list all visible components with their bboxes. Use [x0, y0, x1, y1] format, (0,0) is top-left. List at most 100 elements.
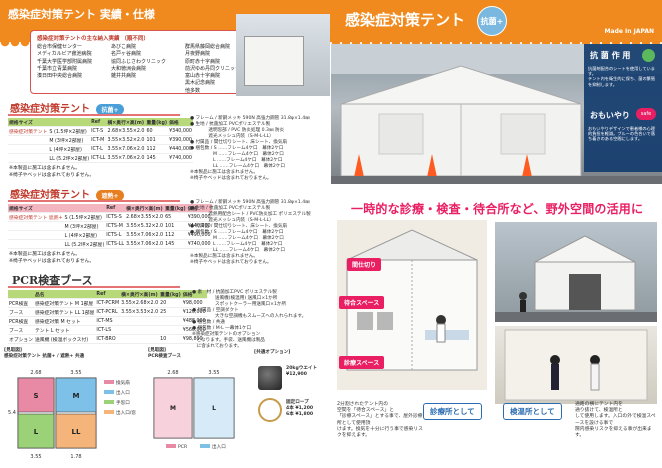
fever-use-label: 検温所として: [503, 403, 562, 420]
table-cell: [120, 325, 160, 335]
table-cell: 3.55×7.06×2.0: [125, 239, 165, 249]
hospital-item: 大和徳洲会病院: [111, 65, 147, 72]
table-header-cell: 重量(kg): [164, 204, 187, 213]
feature-panel: 抗 菌 作 用 抗菌剤配合のシートを使用しています。 テント内を衛生的に保ち、菌の…: [584, 44, 662, 172]
plan-dim: 2.68: [30, 370, 41, 376]
table-cell: 145: [145, 153, 169, 163]
table-cell: 112: [164, 230, 187, 240]
table-cell: ICT-LL: [90, 153, 107, 163]
float-tag: 間仕切り: [347, 258, 382, 271]
feature-text-2: おもいやりデザインで患者様の心理的負担を軽減。ブルーの色合いで落ち着きのある空間…: [588, 126, 655, 142]
pcr-price-table: 品名 Ref 横×奥行×高(m) 重量(kg) 価格 PCR検査 感染症対策テント M 1部…: [8, 290, 207, 344]
fever-check-photo: [495, 326, 657, 404]
plan-cell-m: M: [170, 405, 176, 412]
table-row: ブース 感染症対策テント LL 1部屋 ICT-PCRL 3.55×3.53×2.0 2…: [8, 307, 207, 317]
heatshield-badge: 遮熱+: [96, 189, 124, 201]
table-cell: [120, 316, 160, 326]
table-note: ※本製品に施工は含まれません。 ※椅子やベッドは含まれておりません。: [9, 251, 95, 264]
table-header-cell: 横×奥行×高(m): [125, 204, 165, 213]
plan2-title: [見取図] PCR検査ブース: [148, 348, 182, 359]
table-cell: テント L セット: [34, 325, 96, 335]
clinic-use-label: 診療所として: [423, 403, 482, 420]
table-cell: [120, 334, 160, 344]
feature-title-care: おもいやり: [590, 111, 630, 120]
section3-rule: [8, 286, 180, 288]
table-cell: ICTS-S: [105, 212, 126, 222]
table-header-cell: 重量(kg): [159, 290, 182, 299]
table-note: ※本製品に施工は含まれません。 ※椅子やベッドは含まれておりません。: [9, 165, 95, 178]
section1-title: 感染症対策テント 抗菌+: [10, 100, 124, 115]
section1-rule: [8, 114, 180, 116]
hospital-item: [111, 80, 179, 86]
table-header-cell: [48, 118, 91, 127]
option-rope: 固定ロープ 4本 ¥1,200 6本 ¥1,800: [286, 400, 314, 417]
table-header-cell: 規格サイズ: [8, 118, 49, 127]
hospital-item: [111, 88, 179, 94]
hospital-item: 雑井共病院: [111, 73, 137, 80]
table-cell: ブース: [8, 325, 34, 335]
spec-block-2: ● フレーム / 新鋼メッキ 590N 高強力鋼管 31.8φ×1.4㎜ ● 生地…: [190, 200, 311, 265]
section2-title: 感染症対策テント 遮熱+: [10, 186, 124, 201]
plan-dim: 3.55: [70, 370, 81, 376]
table-row: L (4坪×2部屋) ICTS-L 3.55×7.06×2.0 112 ¥490,000: [8, 230, 212, 240]
table-cell: 感染症対策テント M 1部屋: [34, 298, 96, 308]
table-row: PCR検査 感染症対策テント M 1部屋 ICT-PCRM 3.55×2.68×2.0…: [8, 298, 207, 308]
hospital-item: [37, 88, 105, 94]
table-cell: 2.68×3.55×2.0: [125, 212, 165, 222]
hospital-item: 名戸ヶ谷病院: [111, 51, 142, 58]
hospital-item: [37, 80, 105, 86]
clinic-description: 2分割されたテント内の 空間を「待合スペース」と 「診療スペース」とする事で、屋外診…: [337, 402, 423, 439]
table-cell: オプション: [8, 334, 34, 344]
table-cell: ICTS-LL: [105, 239, 126, 249]
plan1-title: [見取図] 感染症対策テント 抗菌+ / 遮熱+ 共通: [4, 348, 85, 359]
table-cell: ブース: [8, 307, 34, 317]
right-page: 感染症対策テント 抗菌+ Made In JAPAN 抗 菌 作 用 抗菌剤配合…: [331, 0, 662, 468]
table-header-cell: 重量(kg): [145, 118, 169, 127]
plan-cell-l: L: [34, 428, 39, 436]
plan1-diagram: S M L LL 2.68 3.55 5.4 3.55 1.78 換気扇 出入口…: [8, 370, 136, 460]
waiting-space-tag: 待合スペース: [339, 296, 385, 309]
svg-text:2.68: 2.68: [167, 370, 178, 376]
table-cell: 65: [164, 212, 187, 222]
table-row: LL (5.2坪×2部屋) ICT-LL 3.55×7.06×2.0 145 ¥740,…: [8, 153, 193, 163]
table-header-cell: 規格サイズ: [8, 204, 64, 213]
plan-dim: 1.78: [70, 454, 81, 460]
feature-title-antibacterial: 抗 菌 作 用: [590, 51, 631, 60]
plan-dim: 5.4: [8, 410, 16, 416]
svg-text:3.55: 3.55: [208, 370, 219, 376]
table-cell: M (3坪×2部屋): [63, 221, 106, 231]
table-header-cell: [8, 290, 34, 299]
table-cell: 60: [145, 126, 169, 136]
delivery-photo: [236, 14, 330, 96]
option-weight: 20kgウエイト ¥12,900: [286, 366, 318, 377]
hospital-list: 総合市保健センター あびこ病院 群馬県藤岡総合病院 メディカルビア菰池病院 名戸ヶ谷病院…: [37, 44, 253, 94]
hospital-item: 千葉市立青葉病院: [37, 65, 78, 72]
plan-cell-m: M: [73, 392, 80, 400]
usage-banner: 一時的な診療・検査・待合所など、野外空間の活用に: [351, 202, 644, 216]
legend-label: 出入口/窓: [116, 409, 136, 416]
table-cell: 145: [164, 239, 187, 249]
table-cell: 3.55×3.53×2.0: [120, 307, 160, 317]
tent-price-table: 規格サイズ Ref 横×奥行×高(m) 重量(kg) 価格 感染症対策テント S (1.5坪…: [8, 118, 193, 178]
exam-space-tag: 診療スペース: [339, 356, 385, 369]
svg-text:出入口: 出入口: [212, 443, 226, 450]
hospital-item: 千葉大学医学部附属病院: [37, 58, 93, 65]
table-row: オプション 送風機 (検温ボックス付) ICT-BRO 10 ¥98,800: [8, 334, 207, 344]
group-label: 感染症対策テント 遮熱+: [8, 212, 64, 222]
option-title: [共通オプション]: [254, 350, 291, 355]
table-cell: LL (5.2坪×2部屋): [63, 239, 106, 249]
table-cell: ICT-BRO: [95, 334, 121, 344]
table-row: ブース テント L セット ICT-LS ¥560,000: [8, 325, 207, 335]
table-cell: PCR検査: [8, 316, 34, 326]
safe-badge: safe: [636, 108, 656, 120]
pcr-spec-block: ● 素 材 / 抗菌加工PVC ポリエステル製 送風機(検温用) 送風口×1か所…: [192, 290, 307, 349]
table-cell: 101: [145, 135, 169, 145]
group-label: [8, 221, 64, 231]
group-label: 感染症対策テント: [8, 126, 49, 136]
table-cell: 3.55×2.68×2.0: [120, 298, 160, 308]
table-cell: 2.68×3.55×2.0: [106, 126, 146, 136]
plan-cell-s: S: [33, 392, 38, 400]
hospital-item: メディカルビア菰池病院: [37, 51, 92, 58]
table-cell: L (4坪×2部屋): [48, 144, 91, 154]
table-row: M (3坪×2部屋) ICTS-M 3.55×5.32×2.0 101 ¥440,000: [8, 221, 212, 231]
